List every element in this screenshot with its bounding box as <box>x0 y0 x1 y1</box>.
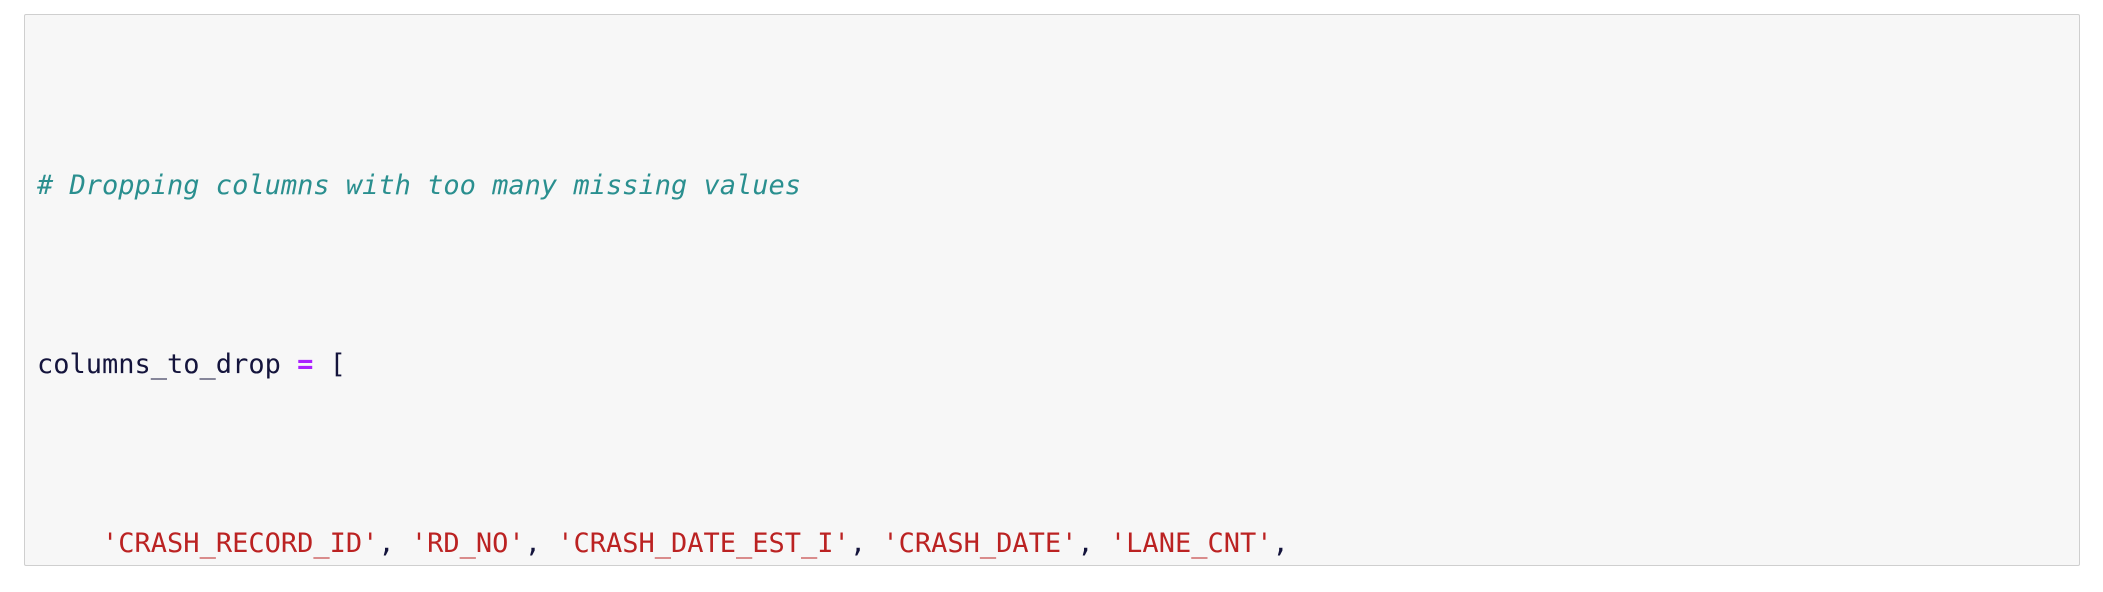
comma: , <box>1272 527 1289 559</box>
comma: , <box>849 527 883 559</box>
string-literal: 'CRASH_DATE_EST_I' <box>557 527 850 559</box>
code-line-comment: # Dropping columns with too many missing… <box>37 164 2079 209</box>
comment-text: # Dropping columns with too many missing… <box>37 170 802 202</box>
code-line-list-1: 'CRASH_RECORD_ID', 'RD_NO', 'CRASH_DATE_… <box>37 522 2079 565</box>
code-block[interactable]: # Dropping columns with too many missing… <box>37 30 2079 565</box>
variable-name: columns_to_drop <box>37 348 281 380</box>
open-bracket: [ <box>329 348 346 380</box>
comma: , <box>1077 527 1110 559</box>
string-literal: 'LANE_CNT' <box>1109 527 1273 559</box>
comma: , <box>378 527 411 559</box>
comma: , <box>524 527 558 559</box>
string-literal: 'CRASH_DATE' <box>882 527 1078 559</box>
assign-operator: = <box>297 348 314 380</box>
code-line-assignment: columns_to_drop = [ <box>37 343 2079 388</box>
string-literal: 'CRASH_RECORD_ID' <box>102 527 379 559</box>
notebook-code-cell[interactable]: # Dropping columns with too many missing… <box>24 14 2080 566</box>
string-literal: 'RD_NO' <box>410 527 525 559</box>
